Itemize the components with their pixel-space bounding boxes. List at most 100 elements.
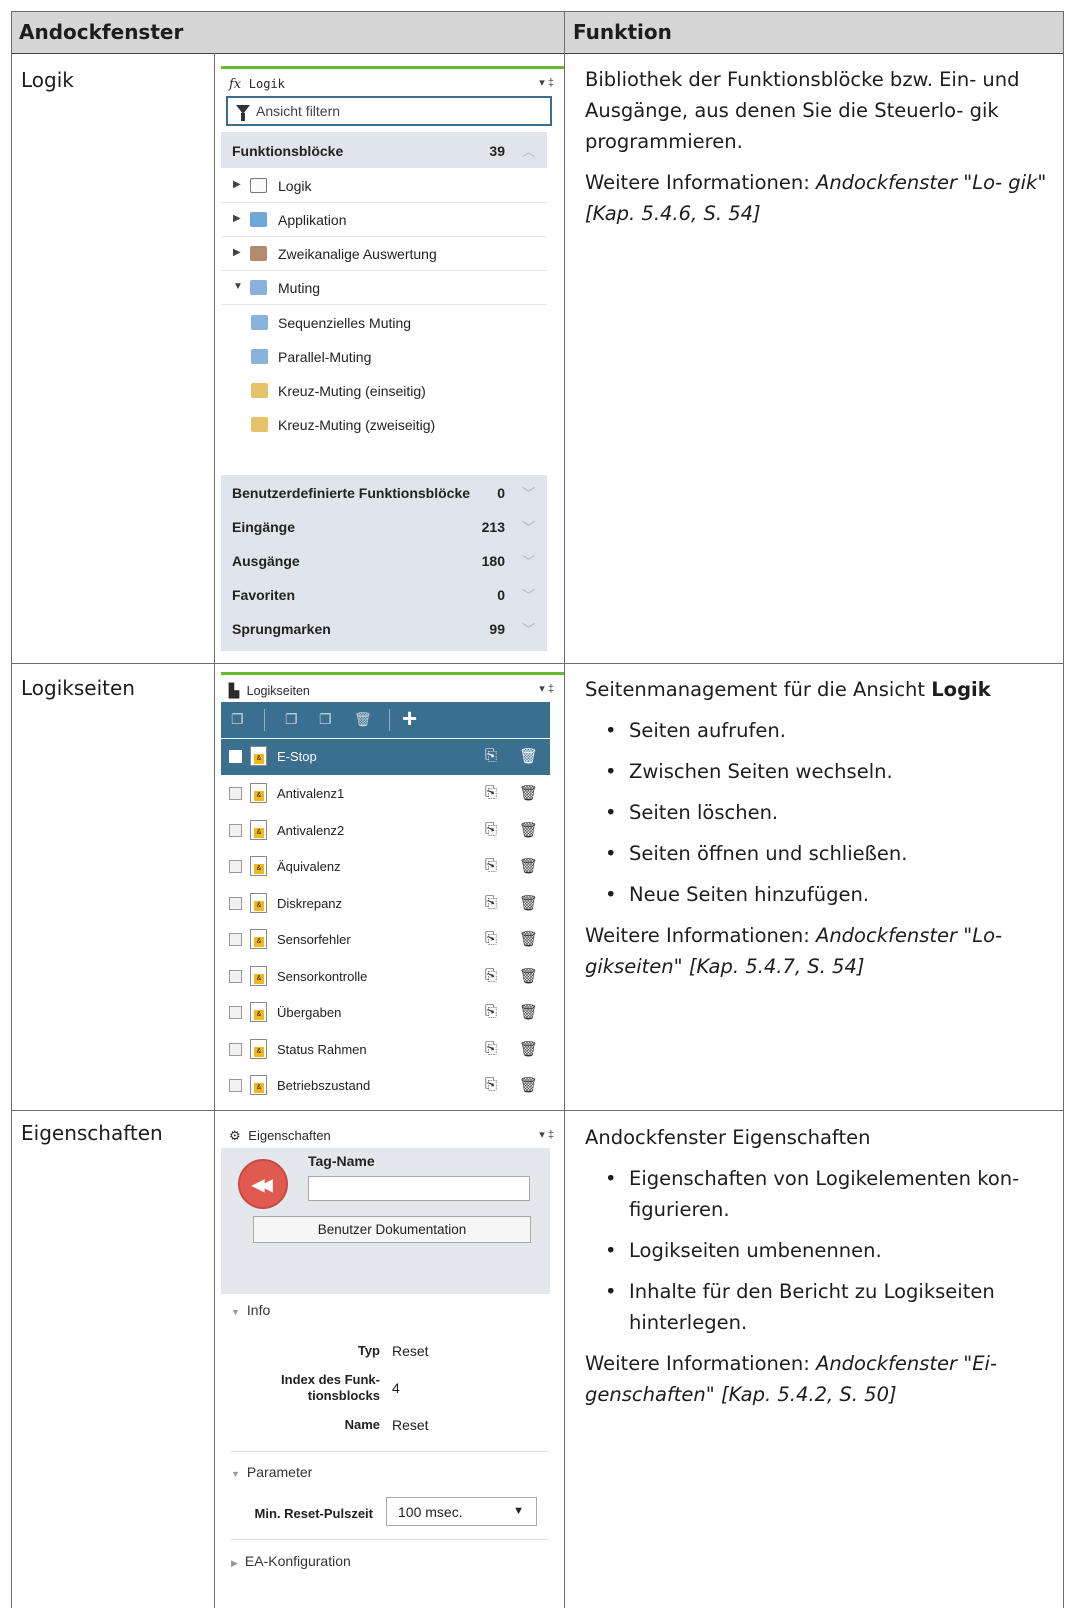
bullet-item: Seiten aufrufen. <box>585 715 1051 746</box>
export-page-icon[interactable]: ⎘ <box>485 747 497 764</box>
delete-page-icon[interactable]: 🗑 <box>519 1040 538 1058</box>
delete-page-icon[interactable]: 🗑 <box>519 1003 538 1021</box>
page-checkbox[interactable] <box>229 824 242 837</box>
bullet-item: Neue Seiten hinzufügen. <box>585 879 1051 910</box>
section-divider <box>231 1539 548 1540</box>
export-page-icon[interactable]: ⎘ <box>485 857 497 874</box>
chevron-down-icon: ﹀ <box>521 486 535 501</box>
page-row[interactable]: Antivalenz1 ⎘ 🗑 <box>221 776 550 812</box>
page-row[interactable]: Status Rahmen ⎘ 🗑 <box>221 1032 550 1068</box>
tree-item-logik[interactable]: ▶ Logik <box>221 169 547 203</box>
add-page-icon[interactable]: + <box>402 703 417 734</box>
leaf-kreuz-muting-einseitig[interactable]: Kreuz-Muting (einseitig) <box>221 374 547 408</box>
user-documentation-button[interactable]: Benutzer Dokumentation <box>253 1216 531 1243</box>
delete-page-icon[interactable]: 🗑 <box>519 894 538 912</box>
bullet-item: Logikseiten umbenennen. <box>585 1235 1051 1266</box>
parameter-section-header[interactable]: ▼ Parameter <box>231 1464 312 1480</box>
delete-page-icon[interactable]: 🗑 <box>519 1076 538 1094</box>
page-checkbox[interactable] <box>229 750 242 763</box>
page-checkbox[interactable] <box>229 1006 242 1019</box>
tree-item-zweikanalige[interactable]: ▶ Zweikanalige Auswertung <box>221 237 547 271</box>
delete-page-icon[interactable]: 🗑 <box>519 784 538 802</box>
dropdown-pin-icon[interactable]: ▾ ‡ <box>539 76 554 89</box>
group-funktionsbloecke[interactable]: Funktionsblöcke 39 ︿ <box>221 134 547 168</box>
export-page-icon[interactable]: ⎘ <box>485 930 497 947</box>
group-eingaenge[interactable]: Eingänge 213 ﹀ <box>221 510 547 544</box>
logik-panel-screenshot: fx Logik ▾ ‡ Ansicht filtern Funktionsbl… <box>221 66 564 651</box>
more-info: Weitere Informationen: Andockfenster "Lo… <box>585 924 1003 978</box>
trash-icon[interactable]: 🗑 <box>354 711 372 728</box>
paste-page-icon[interactable]: ❐ <box>319 711 332 728</box>
page-checkbox[interactable] <box>229 860 242 873</box>
info-section-header[interactable]: ▼ Info <box>231 1302 270 1318</box>
logikseiten-panel-title: ▙ Logikseiten <box>229 683 310 698</box>
page-checkbox[interactable] <box>229 897 242 910</box>
logikseiten-panel-screenshot: ▙ Logikseiten ▾ ‡ ❐ ❐ ❐ 🗑 + E-Stop ⎘ 🗑 A… <box>221 672 564 1102</box>
delete-page-icon[interactable]: 🗑 <box>519 857 538 875</box>
export-page-icon[interactable]: ⎘ <box>485 1003 497 1020</box>
pages-toolbar: ❐ ❐ ❐ 🗑 + <box>221 702 550 738</box>
export-page-icon[interactable]: ⎘ <box>485 1076 497 1093</box>
logic-page-icon <box>250 966 267 986</box>
dropdown-pin-icon[interactable]: ▾ ‡ <box>539 682 554 695</box>
tag-name-label: Tag-Name <box>308 1153 375 1169</box>
header-cell-andockfenster: Andockfenster <box>11 12 564 53</box>
group-ausgaenge[interactable]: Ausgänge 180 ﹀ <box>221 544 547 578</box>
page-row[interactable]: Sensorfehler ⎘ 🗑 <box>221 922 550 958</box>
chevron-down-icon: ﹀ <box>521 588 535 603</box>
page-checkbox[interactable] <box>229 1043 242 1056</box>
logic-page-icon <box>250 1075 267 1095</box>
bullet-item: Seiten löschen. <box>585 797 1051 828</box>
table-border-left <box>11 11 12 1608</box>
export-page-icon[interactable]: ⎘ <box>485 1040 497 1057</box>
export-page-icon[interactable]: ⎘ <box>485 894 497 911</box>
page-row[interactable]: Betriebszustand ⎘ 🗑 <box>221 1068 550 1102</box>
eigenschaften-panel-screenshot: ⚙ Eigenschaften ▾ ‡ ◀◀ Tag-Name Benutzer… <box>221 1121 564 1608</box>
ea-configuration-section-header[interactable]: ▶ EA-Konfiguration <box>231 1553 351 1569</box>
leaf-parallel-muting[interactable]: Parallel-Muting <box>221 340 547 374</box>
function-bullet-list: Seiten aufrufen. Zwischen Seiten wechsel… <box>585 715 1051 910</box>
copy-page-icon[interactable]: ❐ <box>285 711 298 728</box>
export-page-icon[interactable]: ⎘ <box>485 784 497 801</box>
page-checkbox[interactable] <box>229 1079 242 1092</box>
page-checkbox[interactable] <box>229 787 242 800</box>
page-checkbox[interactable] <box>229 933 242 946</box>
delete-page-icon[interactable]: 🗑 <box>519 821 538 839</box>
function-intro: Seitenmanagement für die Ansicht Logik <box>585 678 991 701</box>
leaf-sequenzielles-muting[interactable]: Sequenzielles Muting <box>221 306 547 340</box>
export-page-icon[interactable]: ⎘ <box>485 821 497 838</box>
tag-name-input[interactable] <box>308 1176 530 1201</box>
expand-icon: ▶ <box>231 1558 238 1568</box>
group-benutzerdefinierte[interactable]: Benutzerdefinierte Funktionsblöcke 0 ﹀ <box>221 476 547 510</box>
delete-page-icon[interactable]: 🗑 <box>519 747 538 765</box>
dropdown-pin-icon[interactable]: ▾ ‡ <box>539 1128 554 1141</box>
delete-page-icon[interactable]: 🗑 <box>519 930 538 948</box>
filter-input[interactable]: Ansicht filtern <box>226 96 552 126</box>
properties-header: ◀◀ Tag-Name Benutzer Dokumentation <box>221 1148 550 1294</box>
open-pages-icon[interactable]: ❐ <box>231 711 244 728</box>
page-row[interactable]: Sensorkontrolle ⎘ 🗑 <box>221 959 550 995</box>
row-separator-2 <box>11 1110 1063 1111</box>
bullet-item: Zwischen Seiten wechseln. <box>585 756 1051 787</box>
logic-page-icon <box>250 1002 267 1022</box>
page-row-selected[interactable]: E-Stop ⎘ 🗑 <box>221 739 550 775</box>
tree-item-applikation[interactable]: ▶ Applikation <box>221 203 547 237</box>
page-row[interactable]: Diskrepanz ⎘ 🗑 <box>221 886 550 922</box>
logic-page-icon <box>250 783 267 803</box>
group-sprungmarken[interactable]: Sprungmarken 99 ﹀ <box>221 612 547 646</box>
tree-item-muting[interactable]: ▼ Muting <box>221 271 547 305</box>
reset-pulse-time-select[interactable]: 100 msec. ▼ <box>386 1497 537 1526</box>
export-page-icon[interactable]: ⎘ <box>485 967 497 984</box>
column-divider-main <box>564 11 565 1608</box>
group-favoriten[interactable]: Favoriten 0 ﹀ <box>221 578 547 612</box>
page-checkbox[interactable] <box>229 970 242 983</box>
delete-page-icon[interactable]: 🗑 <box>519 967 538 985</box>
row-label-logikseiten: Logikseiten <box>21 676 135 700</box>
leaf-kreuz-muting-zweiseitig[interactable]: Kreuz-Muting (zweiseitig) <box>221 408 547 442</box>
page-row[interactable]: Antivalenz2 ⎘ 🗑 <box>221 813 550 849</box>
page-row[interactable]: Äquivalenz ⎘ 🗑 <box>221 849 550 885</box>
page-row[interactable]: Übergaben ⎘ 🗑 <box>221 995 550 1031</box>
logik-panel-title: fx Logik <box>229 77 285 92</box>
cross-muting-icon <box>251 383 268 398</box>
function-bullet-list: Eigenschaften von Logikelementen kon- fi… <box>585 1163 1051 1338</box>
